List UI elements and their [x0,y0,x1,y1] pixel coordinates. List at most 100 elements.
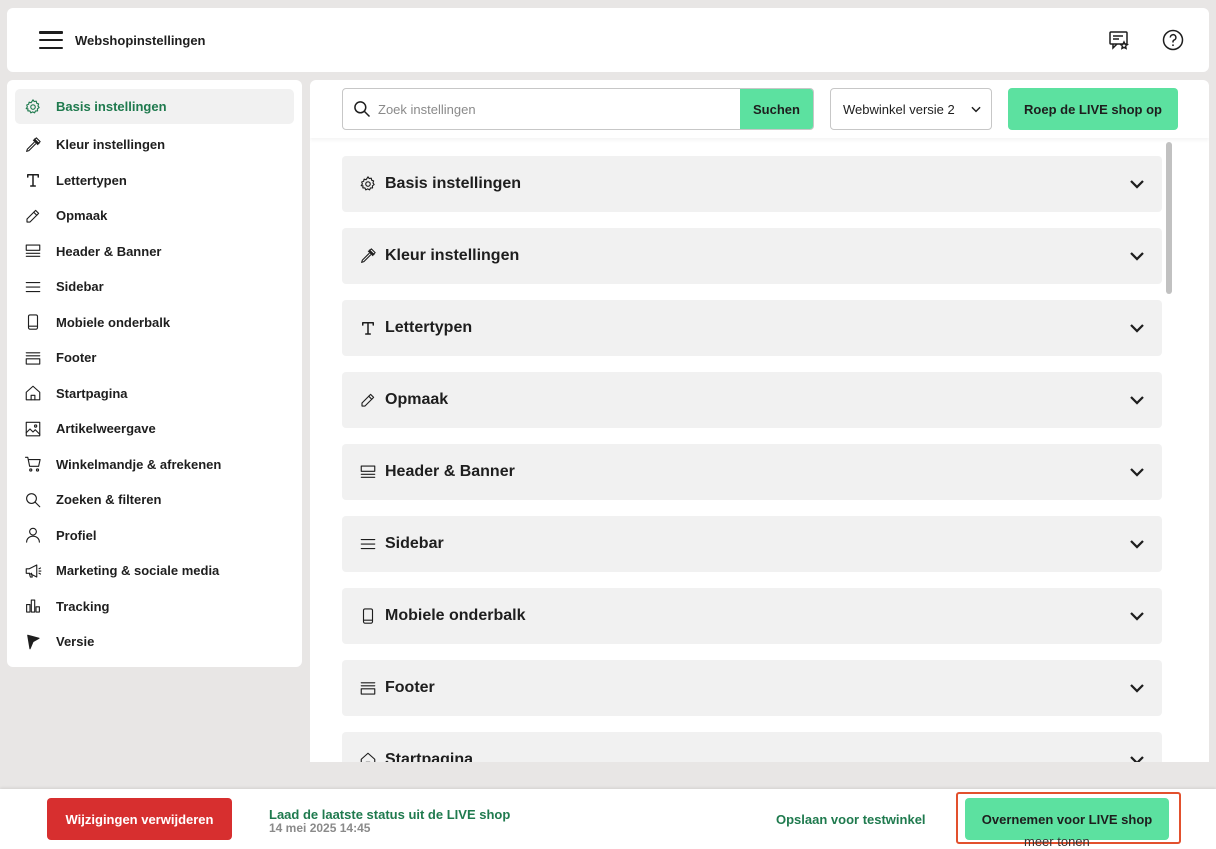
accordion-section[interactable]: Opmaak [342,372,1162,428]
eyedropper-icon [26,137,41,152]
sidebar-item-label: Versie [56,634,95,650]
page-title: Webshopinstellingen [75,32,206,48]
cart-icon [24,456,41,472]
sidebar-item[interactable]: Versie [15,624,294,660]
typography-icon [358,318,378,338]
header-icon [23,241,43,261]
lines-icon [25,281,41,292]
settings-accordion: Basis instellingen Kleur instellingen Lett… [342,156,1162,762]
accordion-section-title: Mobiele onderbalk [385,607,526,624]
home-icon [360,752,376,762]
accordion-section[interactable]: Footer [342,660,1162,716]
action-bar: Wijzigingen verwijderen Laad de laatste … [0,789,1216,849]
sidebar-item[interactable]: Tracking [15,589,294,625]
eyedropper-icon [23,135,43,155]
home-icon [23,383,43,403]
search-icon [26,492,41,508]
accordion-section[interactable]: Startpagina [342,732,1162,762]
version-select-value: Webwinkel versie 2 [843,101,955,117]
gear-icon [360,176,375,191]
chevron-down-icon[interactable] [1128,175,1146,193]
chevron-down-icon[interactable] [1128,751,1146,762]
sidebar-item-label: Profiel [56,527,97,543]
image-icon [23,419,43,439]
search-icon [354,101,371,118]
sidebar-item[interactable]: Winkelmandje & afrekenen [15,447,294,483]
search-input[interactable] [378,89,740,129]
chevron-down-icon[interactable] [1128,607,1146,625]
show-more-link[interactable]: meer tonen [1024,834,1090,849]
chevron-down-icon[interactable] [1128,247,1146,265]
phone-icon [358,606,378,626]
chevron-down-icon[interactable] [1128,535,1146,553]
sidebar-item[interactable]: Artikelweergave [15,411,294,447]
sidebar-item-label: Startpagina [56,385,128,401]
gear-icon [358,174,378,194]
sidebar-item[interactable]: Zoeken & filteren [15,482,294,518]
search-box: Suchen [342,88,814,130]
load-live-state-link[interactable]: Laad de laatste status uit de LIVE shop [269,807,510,822]
phone-icon [23,312,43,332]
bar-chart-icon [26,599,40,613]
discard-changes-button[interactable]: Wijzigingen verwijderen [47,798,232,840]
chevron-down-icon[interactable] [1128,679,1146,697]
search-button[interactable]: Suchen [740,89,813,129]
settings-toolbar: Suchen Webwinkel versie 2 Roep de LIVE s… [310,80,1209,138]
accordion-section[interactable]: Lettertypen [342,300,1162,356]
scrollbar-thumb[interactable] [1166,142,1172,294]
sidebar-item[interactable]: Sidebar [15,269,294,305]
sidebar-item[interactable]: Kleur instellingen [15,127,294,163]
chevron-down-icon[interactable] [1128,463,1146,481]
sidebar-item[interactable]: Header & Banner [15,234,294,270]
accordion-section[interactable]: Header & Banner [342,444,1162,500]
megaphone-icon [23,561,43,581]
gear-icon [23,97,43,117]
home-icon [25,385,41,401]
typography-icon [362,322,374,335]
accordion-section-title: Header & Banner [385,463,515,480]
sidebar-item-label: Kleur instellingen [56,137,166,153]
phone-icon [27,314,39,330]
lines-icon [23,277,43,297]
sidebar-item-label: Artikelweergave [56,421,156,437]
eyedropper-icon [358,246,378,266]
accordion-section[interactable]: Mobiele onderbalk [342,588,1162,644]
pencil-icon [26,209,40,223]
pencil-icon [361,393,375,407]
help-icon[interactable] [1161,28,1185,52]
menu-icon[interactable] [39,31,63,49]
pencil-icon [23,206,43,226]
eyedropper-icon [361,248,376,263]
sidebar-item-label: Sidebar [56,279,104,295]
accordion-section[interactable]: Kleur instellingen [342,228,1162,284]
accordion-section-title: Sidebar [385,535,444,552]
image-icon [25,421,41,437]
sidebar-item[interactable]: Marketing & sociale media [15,553,294,589]
accordion-section-title: Opmaak [385,391,449,408]
sidebar-item[interactable]: Mobiele onderbalk [15,305,294,341]
accordion-section-title: Kleur instellingen [385,247,520,264]
feedback-icon[interactable] [1107,28,1131,52]
sidebar-item[interactable]: Lettertypen [15,163,294,199]
sidebar-item[interactable]: Basis instellingen [15,89,294,124]
sidebar-item-label: Footer [56,350,97,366]
version-select[interactable]: Webwinkel versie 2 [830,88,992,130]
sidebar-item[interactable]: Profiel [15,518,294,554]
chevron-down-icon [971,106,981,113]
sidebar-item[interactable]: Startpagina [15,376,294,412]
chevron-down-icon[interactable] [1128,391,1146,409]
accordion-section-title: Footer [385,679,435,696]
sidebar-item-label: Opmaak [56,208,108,224]
sidebar-item-label: Tracking [56,598,110,614]
accordion-section[interactable]: Basis instellingen [342,156,1162,212]
save-for-test-shop-link[interactable]: Opslaan voor testwinkel [776,812,926,827]
chevron-down-icon[interactable] [1128,319,1146,337]
user-icon [26,527,40,543]
accordion-section-title: Basis instellingen [385,175,522,192]
open-live-shop-button[interactable]: Roep de LIVE shop op [1008,88,1178,130]
header-icon [25,244,41,258]
sidebar-item[interactable]: Footer [15,340,294,376]
sidebar-item[interactable]: Opmaak [15,198,294,234]
accordion-section[interactable]: Sidebar [342,516,1162,572]
sidebar-item-label: Mobiele onderbalk [56,314,171,330]
